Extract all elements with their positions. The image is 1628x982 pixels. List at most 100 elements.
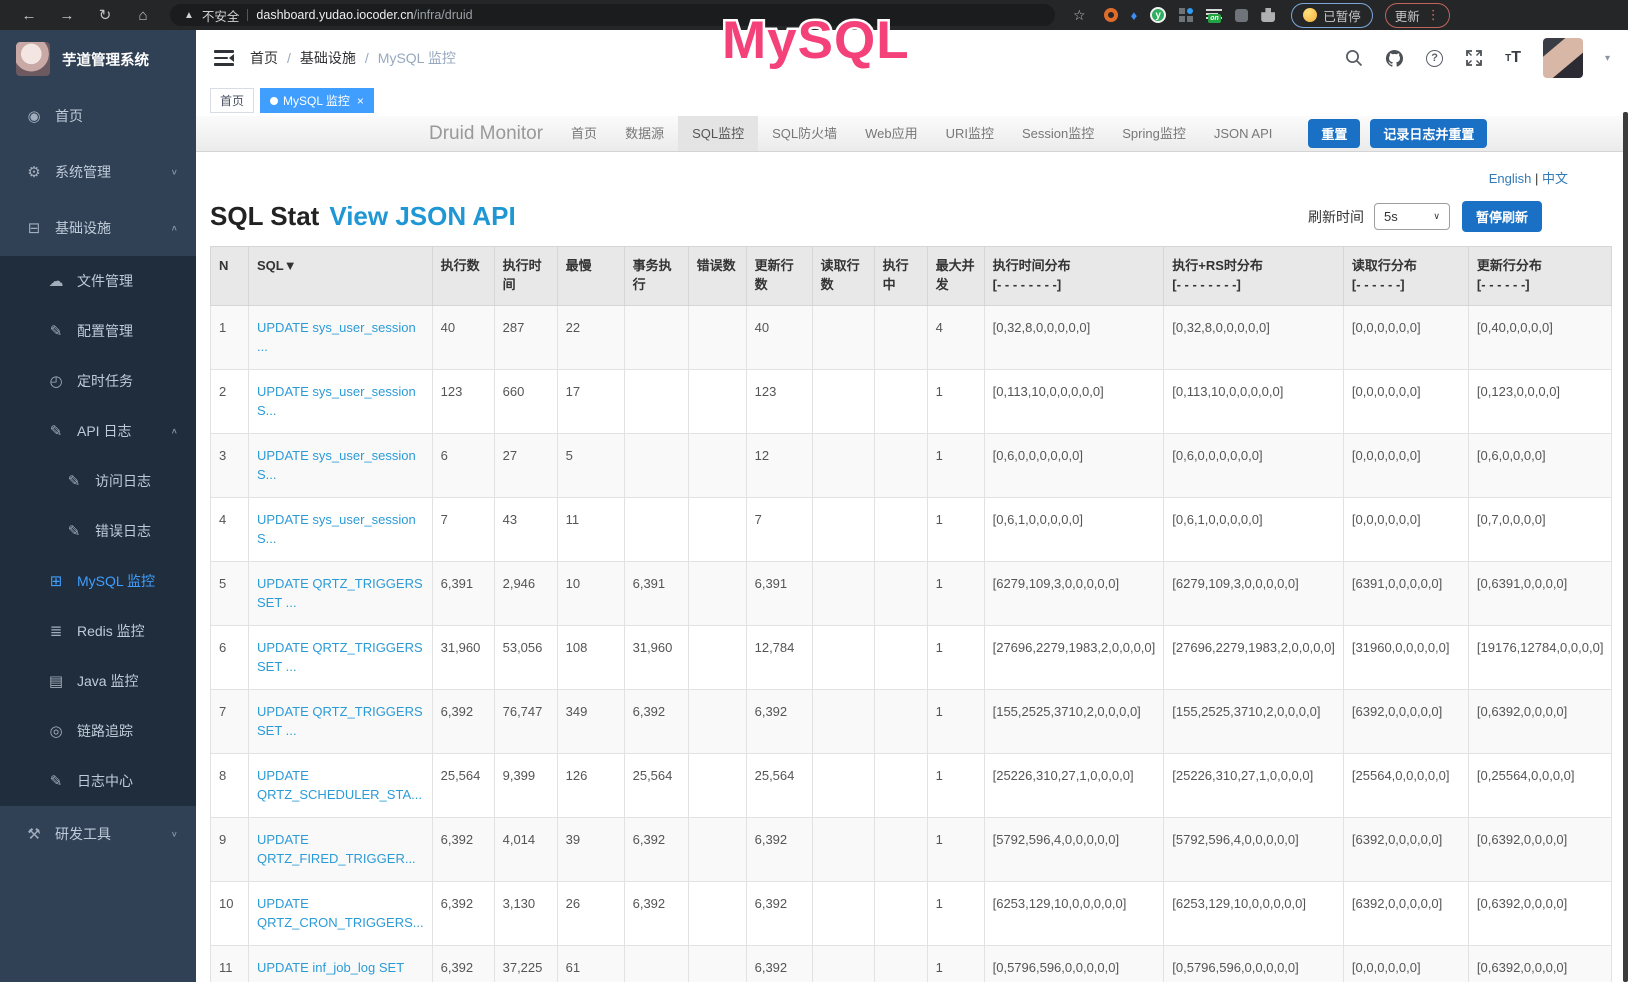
cell: 5	[557, 433, 624, 497]
druid-nav-SQL防火墙[interactable]: SQL防火墙	[758, 116, 851, 151]
druid-nav-URI监控[interactable]: URI监控	[932, 116, 1008, 151]
cell: 6,392	[432, 881, 494, 945]
sidebar-item-错误日志[interactable]: ✎错误日志	[0, 506, 196, 556]
cell: 10	[557, 561, 624, 625]
sidebar-item-label: 基础设施	[55, 218, 111, 238]
sql-link[interactable]: UPDATE sys_user_session S...	[257, 448, 416, 483]
sidebar-item-访问日志[interactable]: ✎访问日志	[0, 456, 196, 506]
cell: [5792,596,4,0,0,0,0,0]	[1164, 817, 1344, 881]
cell: 2,946	[494, 561, 557, 625]
sql-link[interactable]: UPDATE sys_user_session S...	[257, 512, 416, 547]
sql-link[interactable]: UPDATE sys_user_session ...	[257, 320, 416, 355]
reset-button[interactable]: 重置	[1308, 119, 1360, 148]
close-icon[interactable]: ×	[357, 94, 364, 108]
sql-link[interactable]: UPDATE QRTZ_TRIGGERS SET ...	[257, 704, 423, 739]
sidebar-item-Java 监控[interactable]: ▤Java 监控	[0, 656, 196, 706]
cell	[812, 305, 874, 369]
sidebar-item-首页[interactable]: ◉首页	[0, 88, 196, 144]
topbar: 首页/基础设施/MySQL 监控 ? TT ▾	[196, 30, 1628, 86]
lang-chinese-link[interactable]: 中文	[1542, 171, 1568, 186]
search-icon[interactable]	[1345, 49, 1363, 67]
druid-nav-SQL监控[interactable]: SQL监控	[678, 116, 758, 151]
reload-icon[interactable]: ↻	[94, 6, 116, 24]
address-bar[interactable]: ▲ 不安全 dashboard.yudao.iocoder.cn/infra/d…	[170, 4, 1055, 26]
extensions-puzzle-icon[interactable]	[1261, 8, 1275, 22]
sidebar-item-label: Redis 监控	[77, 621, 145, 641]
extension-squares-icon[interactable]	[1179, 8, 1193, 22]
kebab-menu-icon[interactable]: ⋮	[1427, 7, 1440, 23]
druid-nav-JSON API[interactable]: JSON API	[1200, 116, 1287, 151]
column-header-label: 事务执行	[633, 258, 672, 292]
user-avatar[interactable]	[1543, 38, 1583, 78]
sidebar-item-基础设施[interactable]: ⊟基础设施∧	[0, 200, 196, 256]
lang-english-link[interactable]: English	[1489, 171, 1532, 186]
druid-nav-Web应用[interactable]: Web应用	[851, 116, 932, 151]
extension-misc-icon[interactable]	[1235, 9, 1248, 22]
chevron-down-icon[interactable]: ▾	[1605, 53, 1610, 64]
log-and-reset-button[interactable]: 记录日志并重置	[1370, 119, 1487, 148]
tab-首页[interactable]: 首页	[210, 88, 254, 113]
sidebar-item-研发工具[interactable]: ⚒研发工具∨	[0, 806, 196, 862]
bookmark-star-icon[interactable]: ☆	[1073, 7, 1086, 24]
github-icon[interactable]	[1385, 49, 1404, 68]
sql-link[interactable]: UPDATE sys_user_session S...	[257, 384, 416, 419]
security-label[interactable]: 不安全	[202, 6, 240, 25]
cell: 1	[927, 881, 984, 945]
sql-link[interactable]: UPDATE QRTZ_TRIGGERS SET ...	[257, 576, 423, 611]
sql-link[interactable]: UPDATE QRTZ_CRON_TRIGGERS...	[257, 896, 424, 931]
hamburger-icon[interactable]	[214, 50, 234, 66]
column-header-执行+RS时分布: 执行+RS时分布[- - - - - - - -]	[1164, 247, 1344, 306]
home-icon[interactable]: ⌂	[132, 7, 154, 24]
cell: 17	[557, 369, 624, 433]
cell: [25564,0,0,0,0,0]	[1343, 753, 1468, 817]
druid-nav-Session监控[interactable]: Session监控	[1008, 116, 1108, 151]
extension-list-icon[interactable]: on	[1206, 8, 1222, 22]
gear-icon: ⚙	[22, 163, 46, 181]
cell: 6	[432, 433, 494, 497]
page-scrollbar[interactable]	[1623, 112, 1628, 982]
font-size-icon[interactable]: TT	[1505, 49, 1521, 67]
sidebar-item-配置管理[interactable]: ✎配置管理	[0, 306, 196, 356]
extension-y-icon[interactable]: y	[1150, 7, 1166, 23]
sidebar-item-MySQL 监控[interactable]: ⊞MySQL 监控	[0, 556, 196, 606]
sidebar-item-定时任务[interactable]: ◴定时任务	[0, 356, 196, 406]
sql-link[interactable]: UPDATE QRTZ_FIRED_TRIGGER...	[257, 832, 416, 867]
help-icon[interactable]: ?	[1426, 50, 1443, 67]
cell: 40	[746, 305, 812, 369]
breadcrumb-item[interactable]: 基础设施	[300, 48, 356, 68]
extension-gem-icon[interactable]: ♦	[1131, 8, 1138, 23]
sidebar-item-Redis 监控[interactable]: ≣Redis 监控	[0, 606, 196, 656]
column-header-label: 更新行分布	[1477, 258, 1542, 273]
breadcrumb-item[interactable]: 首页	[250, 48, 278, 68]
cell: 6,392	[432, 945, 494, 982]
sidebar-item-日志中心[interactable]: ✎日志中心	[0, 756, 196, 806]
extension-donut-icon[interactable]	[1104, 8, 1118, 22]
cell	[688, 433, 746, 497]
column-header-SQL[interactable]: SQL▼	[249, 247, 433, 306]
divider	[247, 9, 248, 21]
column-header-sub: [- - - - - -]	[1352, 276, 1460, 295]
profile-paused-chip[interactable]: 已暂停	[1291, 3, 1373, 28]
fullscreen-icon[interactable]	[1465, 49, 1483, 67]
tab-MySQL 监控[interactable]: MySQL 监控×	[260, 88, 374, 113]
forward-icon[interactable]: →	[56, 7, 78, 24]
sidebar-item-文件管理[interactable]: ☁文件管理	[0, 256, 196, 306]
cell: 6,391	[746, 561, 812, 625]
druid-nav-Spring监控[interactable]: Spring监控	[1108, 116, 1200, 151]
sql-link[interactable]: UPDATE inf_job_log SET e...	[257, 960, 404, 982]
sql-link[interactable]: UPDATE QRTZ_TRIGGERS SET ...	[257, 640, 423, 675]
sql-link[interactable]: UPDATE QRTZ_SCHEDULER_STA...	[257, 768, 422, 803]
druid-nav-数据源[interactable]: 数据源	[611, 116, 678, 151]
back-icon[interactable]: ←	[18, 7, 40, 24]
browser-update-button[interactable]: 更新 ⋮	[1385, 3, 1450, 28]
refresh-interval-select[interactable]: 5s ∨	[1374, 203, 1450, 230]
sidebar-item-API 日志[interactable]: ✎API 日志∧	[0, 406, 196, 456]
pause-refresh-button[interactable]: 暂停刷新	[1462, 201, 1542, 232]
sidebar-item-系统管理[interactable]: ⚙系统管理∨	[0, 144, 196, 200]
cell: 25,564	[624, 753, 688, 817]
cell: [25226,310,27,1,0,0,0,0]	[1164, 753, 1344, 817]
druid-nav-首页[interactable]: 首页	[557, 116, 611, 151]
view-json-api-link[interactable]: View JSON API	[329, 201, 515, 232]
cell: [6392,0,0,0,0,0]	[1343, 817, 1468, 881]
sidebar-item-链路追踪[interactable]: ◎链路追踪	[0, 706, 196, 756]
